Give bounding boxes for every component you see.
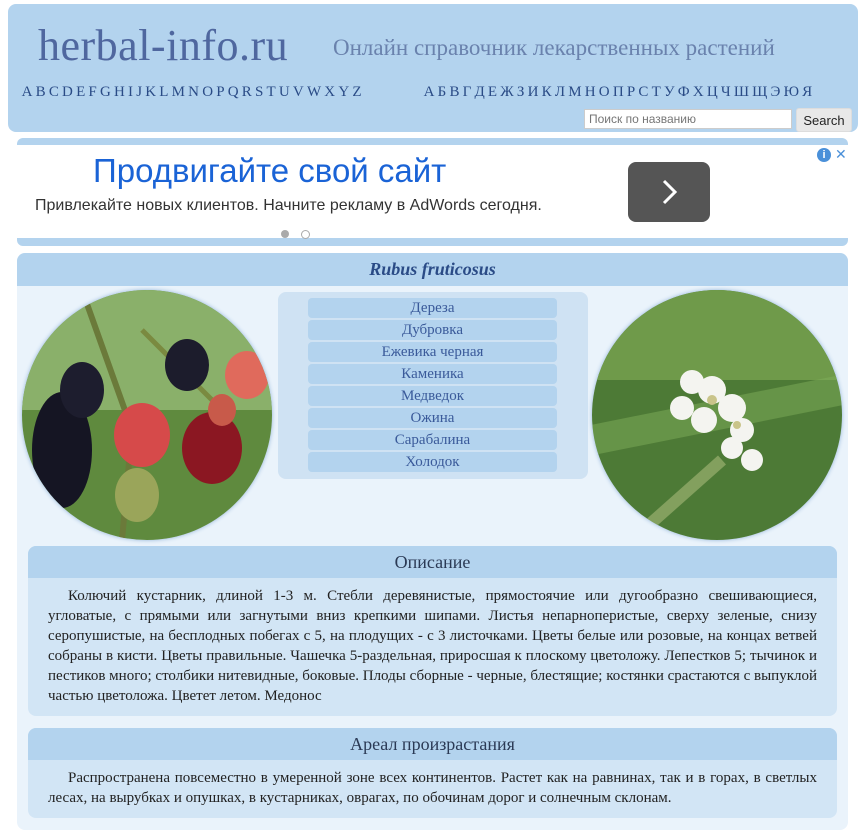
cyrillic-letter-link[interactable]: А (422, 84, 436, 101)
latin-letter-link[interactable]: R (240, 84, 253, 101)
cyrillic-letter-link[interactable]: К (540, 84, 553, 101)
ad-headline[interactable]: Продвигайте свой сайт (93, 152, 446, 190)
close-icon[interactable]: ✕ (835, 146, 847, 163)
latin-letter-link[interactable]: H (112, 84, 126, 101)
common-names-list: Дереза Дубровка Ежевика черная Каменика Медв… (278, 292, 588, 479)
latin-letter-link[interactable]: S (253, 84, 265, 101)
cyrillic-letter-link[interactable]: Д (473, 84, 486, 101)
latin-letter-link[interactable]: O (201, 84, 215, 101)
cyrillic-letter-link[interactable]: М (567, 84, 584, 101)
latin-letter-link[interactable]: N (187, 84, 201, 101)
cyrillic-letter-link[interactable]: Ю (782, 84, 801, 101)
cyrillic-letter-link[interactable]: У (662, 84, 676, 101)
cyrillic-letter-link[interactable]: Х (691, 84, 705, 101)
latin-letter-link[interactable]: F (87, 84, 99, 101)
latin-letter-link[interactable]: W (305, 84, 322, 101)
description-section: Описание Колючий кустарник, длиной 1-3 м… (28, 546, 837, 716)
cyrillic-letter-link[interactable]: Щ (751, 84, 769, 101)
cyrillic-letter-link[interactable]: Ф (676, 84, 691, 101)
cyrillic-letter-link[interactable]: Р (625, 84, 637, 101)
ad-next-button[interactable] (628, 162, 710, 222)
common-name-item[interactable]: Холодок (308, 452, 557, 472)
range-title: Ареал произрастания (28, 728, 837, 760)
common-name-item[interactable]: Дубровка (308, 320, 557, 340)
common-name-item[interactable]: Медведок (308, 386, 557, 406)
cyrillic-letter-link[interactable]: С (637, 84, 650, 101)
cyrillic-letter-link[interactable]: Ч (719, 84, 732, 101)
search-input[interactable] (584, 109, 792, 129)
plant-panel: Rubus fruticosus Дереза Дубровка Ежевика ч… (17, 253, 848, 830)
latin-letter-link[interactable]: L (158, 84, 170, 101)
site-header: herbal-info.ru Онлайн справочник лекарст… (8, 4, 858, 132)
cyrillic-letter-link[interactable]: П (611, 84, 625, 101)
cyrillic-letter-link[interactable]: О (597, 84, 611, 101)
latin-letter-link[interactable]: D (60, 84, 74, 101)
ad-banner[interactable]: Продвигайте свой сайт Привлекайте новых … (17, 145, 848, 239)
latin-letter-link[interactable]: I (126, 84, 134, 101)
common-name-item[interactable]: Сарабалина (308, 430, 557, 450)
cyrillic-letter-link[interactable]: Г (461, 84, 473, 101)
cyrillic-alphabet-nav: АБВГДЕЖЗИКЛМНОПРСТУФХЦЧШЩЭЮЯ (422, 84, 814, 101)
plant-latin-name: Rubus fruticosus (369, 259, 496, 279)
ad-pager-dot[interactable] (301, 230, 310, 239)
cyrillic-letter-link[interactable]: Э (769, 84, 782, 101)
cyrillic-letter-link[interactable]: Н (583, 84, 597, 101)
latin-letter-link[interactable]: Q (226, 84, 240, 101)
latin-letter-link[interactable]: P (215, 84, 227, 101)
cyrillic-letter-link[interactable]: Е (486, 84, 498, 101)
latin-letter-link[interactable]: C (47, 84, 60, 101)
cyrillic-letter-link[interactable]: Ш (732, 84, 750, 101)
common-name-item[interactable]: Каменика (308, 364, 557, 384)
blackberry-fruit-photo (22, 290, 272, 540)
latin-letter-link[interactable]: M (170, 84, 187, 101)
latin-letter-link[interactable]: T (265, 84, 277, 101)
latin-alphabet-nav: ABCDEFGHIJKLMNOPQRSTUVWXYZ (20, 84, 363, 101)
ad-pager-dot-active[interactable] (281, 230, 289, 238)
latin-letter-link[interactable]: B (34, 84, 47, 101)
latin-letter-link[interactable]: G (98, 84, 112, 101)
range-text: Распространена повсеместно в умеренной з… (48, 770, 817, 806)
latin-letter-link[interactable]: V (291, 84, 305, 101)
latin-letter-link[interactable]: J (135, 84, 144, 101)
search-button[interactable]: Search (796, 108, 852, 132)
common-name-item[interactable]: Ежевика черная (308, 342, 557, 362)
blackberry-flower-photo (592, 290, 842, 540)
latin-letter-link[interactable]: Z (351, 84, 363, 101)
latin-letter-link[interactable]: U (277, 84, 291, 101)
cyrillic-letter-link[interactable]: Ц (705, 84, 719, 101)
common-name-item[interactable]: Дереза (308, 298, 557, 318)
cyrillic-letter-link[interactable]: З (515, 84, 526, 101)
cyrillic-letter-link[interactable]: И (526, 84, 540, 101)
latin-letter-link[interactable]: A (20, 84, 34, 101)
cyrillic-letter-link[interactable]: Т (650, 84, 662, 101)
latin-letter-link[interactable]: K (144, 84, 158, 101)
ad-banner-frame: Продвигайте свой сайт Привлекайте новых … (17, 138, 848, 246)
info-icon[interactable]: i (817, 148, 831, 162)
cyrillic-letter-link[interactable]: Б (436, 84, 448, 101)
cyrillic-letter-link[interactable]: Л (553, 84, 566, 101)
cyrillic-letter-link[interactable]: Я (801, 84, 814, 101)
latin-letter-link[interactable]: Y (337, 84, 351, 101)
plant-title-bar: Rubus fruticosus (17, 253, 848, 286)
description-text: Колючий кустарник, длиной 1-3 м. Стебли … (48, 588, 817, 704)
description-title: Описание (28, 546, 837, 578)
cyrillic-letter-link[interactable]: В (448, 84, 461, 101)
latin-letter-link[interactable]: E (74, 84, 86, 101)
ad-text[interactable]: Привлекайте новых клиентов. Начните рекл… (35, 197, 542, 215)
cyrillic-letter-link[interactable]: Ж (499, 84, 516, 101)
chevron-right-icon (662, 179, 678, 205)
site-logo-title[interactable]: herbal-info.ru (38, 20, 288, 71)
site-subtitle: Онлайн справочник лекарственных растений (333, 35, 775, 60)
common-name-item[interactable]: Ожина (308, 408, 557, 428)
latin-letter-link[interactable]: X (323, 84, 337, 101)
range-section: Ареал произрастания Распространена повсе… (28, 728, 837, 818)
